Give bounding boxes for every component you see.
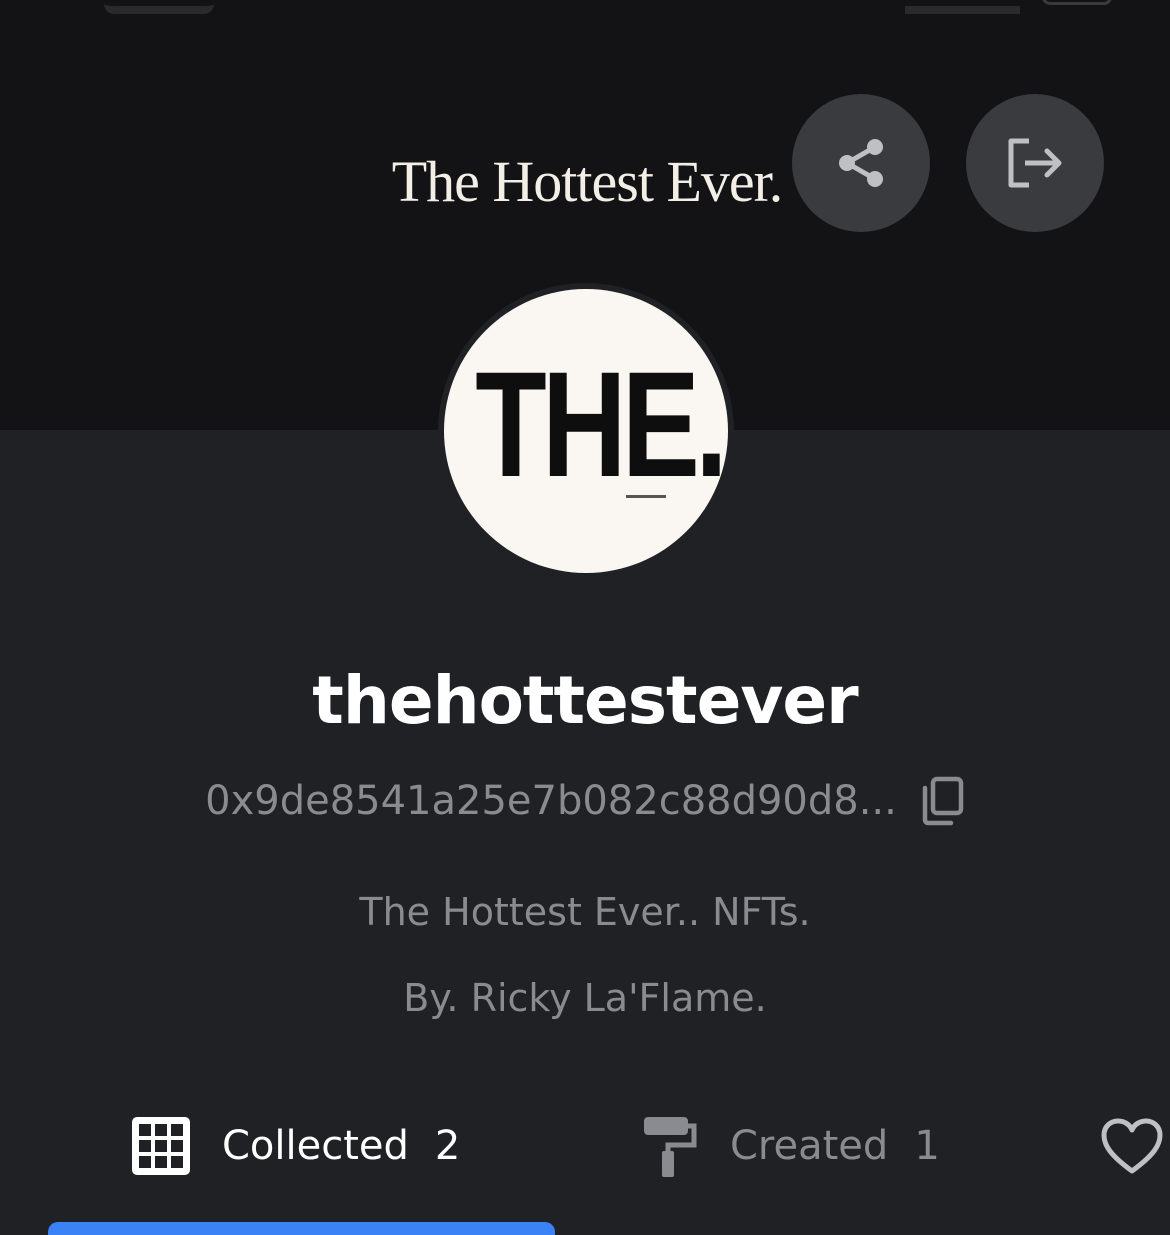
grid-icon [132,1117,190,1175]
share-button[interactable] [792,94,930,232]
bio-line-2: By. Ricky La'Flame. [403,976,767,1020]
logout-icon [1008,138,1062,188]
tab-created-count: 1 [914,1123,940,1169]
avatar-image: THE. [444,289,728,573]
logout-button[interactable] [966,94,1104,232]
heart-icon [1101,1118,1163,1174]
tab-favorites[interactable] [1100,1110,1164,1182]
avatar-logo-text: THE. [475,340,727,508]
paint-roller-icon [644,1117,697,1177]
wallet-address-row: 0x9de8541a25e7b082c88d90d8... [0,776,1170,826]
tab-collected[interactable]: Collected 2 [130,1110,460,1182]
avatar-logo-underline [626,495,666,498]
status-time [104,0,214,14]
tab-created-label: Created [730,1123,889,1169]
wallet-address: 0x9de8541a25e7b082c88d90d8... [205,778,897,824]
status-signal [905,0,1020,14]
tab-collected-label: Collected [222,1123,409,1169]
battery-icon [1042,0,1112,5]
banner-brand-title: The Hottest Ever. [391,149,784,214]
copy-icon[interactable] [919,776,965,826]
active-tab-indicator [48,1222,555,1235]
profile-tabs: Collected 2 Created 1 [0,1110,1170,1190]
avatar[interactable]: THE. [438,283,734,579]
share-icon [839,139,883,187]
tab-created[interactable]: Created 1 [640,1110,940,1182]
tab-collected-count: 2 [434,1123,461,1169]
profile-page: The Hottest Ever. THE. thehottestever 0x… [0,0,1170,1235]
profile-username: thehottestever [312,662,858,739]
bio-line-1: The Hottest Ever.. NFTs. [359,890,811,934]
status-bar [0,0,1170,14]
